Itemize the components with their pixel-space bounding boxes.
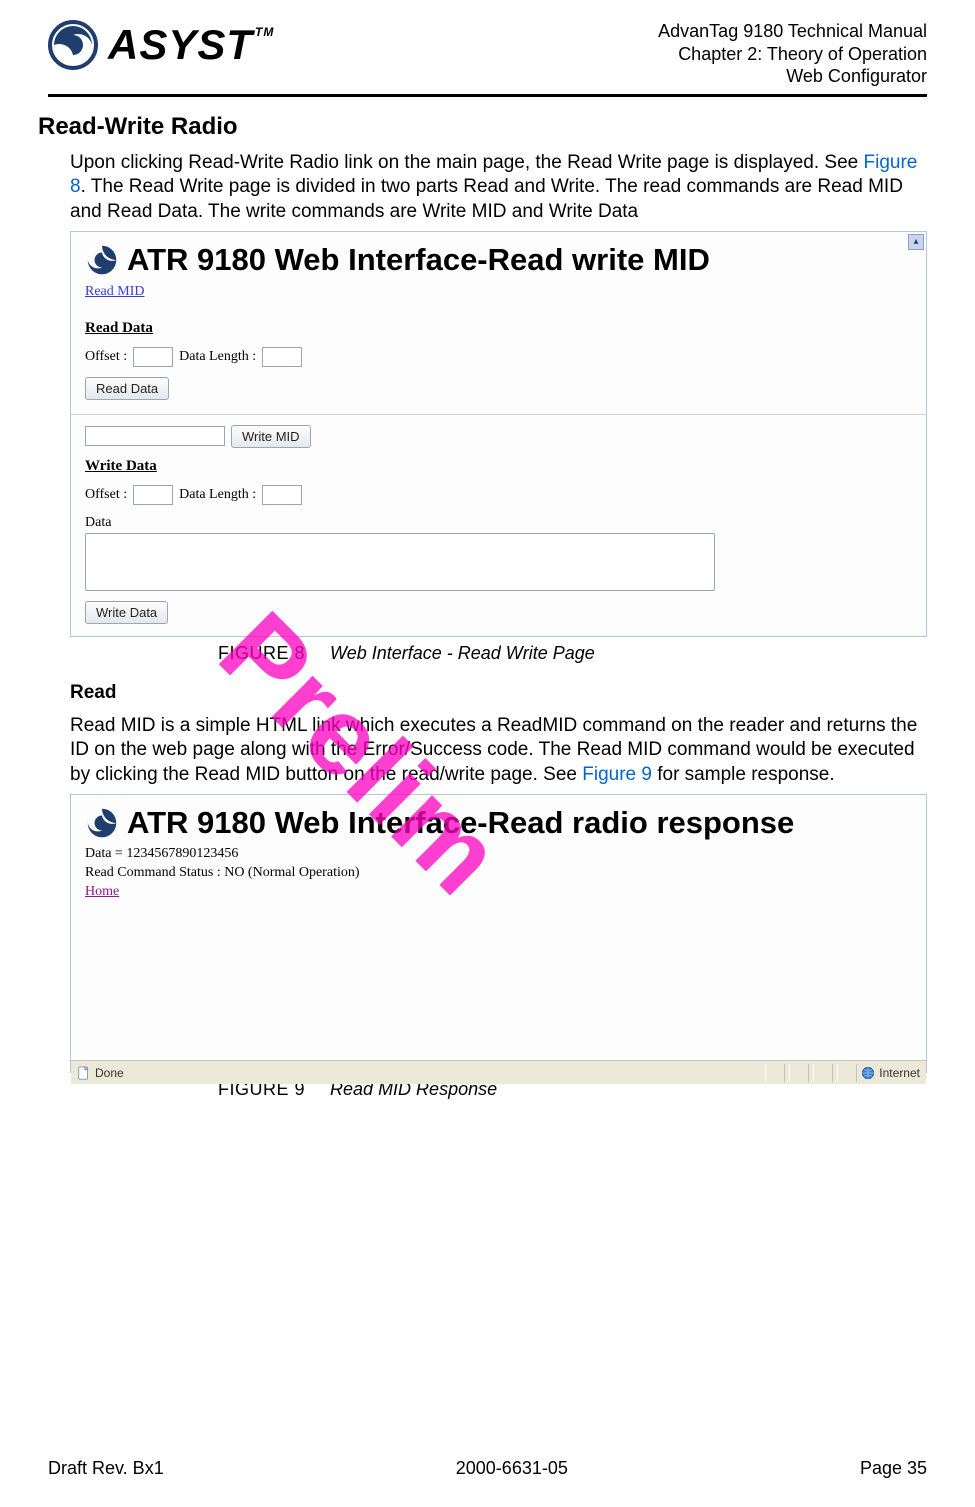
write-mid-input[interactable] bbox=[85, 426, 225, 446]
logo-word: ASYST bbox=[108, 21, 253, 69]
write-data-button[interactable]: Write Data bbox=[85, 601, 168, 624]
read-offset-label: Offset : bbox=[85, 349, 127, 365]
home-link[interactable]: Home bbox=[85, 884, 119, 899]
page-header: ASYST TM AdvanTag 9180 Technical Manual … bbox=[48, 20, 927, 97]
divider bbox=[71, 414, 926, 415]
figure-8-caption: FIGURE 8 Web Interface - Read Write Page bbox=[218, 643, 927, 664]
atr-swirl-icon bbox=[85, 806, 119, 840]
data-textarea[interactable] bbox=[85, 533, 715, 591]
fig8-desc: Web Interface - Read Write Page bbox=[330, 643, 595, 663]
footer-rev: Draft Rev. Bx1 bbox=[48, 1458, 164, 1479]
read-data-length-input[interactable] bbox=[262, 347, 302, 367]
ie-status-bar: Done Internet bbox=[71, 1060, 926, 1084]
footer-docnum: 2000-6631-05 bbox=[456, 1458, 568, 1479]
status-zone-text: Internet bbox=[879, 1066, 920, 1080]
read-data-heading: Read Data bbox=[85, 320, 153, 337]
response-data-line: Data = 1234567890123456 bbox=[85, 845, 912, 864]
doc-section: Web Configurator bbox=[658, 65, 927, 88]
page-icon bbox=[77, 1066, 91, 1080]
logo: ASYST TM bbox=[48, 20, 274, 70]
doc-chapter: Chapter 2: Theory of Operation bbox=[658, 43, 927, 66]
read-paragraph: Read MID is a simple HTML link which exe… bbox=[70, 714, 927, 788]
read-data-button[interactable]: Read Data bbox=[85, 377, 169, 400]
write-data-length-input[interactable] bbox=[262, 485, 302, 505]
read-mid-link[interactable]: Read MID bbox=[85, 284, 145, 299]
read-offset-input[interactable] bbox=[133, 347, 173, 367]
write-offset-label: Offset : bbox=[85, 487, 127, 503]
read-data-length-label: Data Length : bbox=[179, 349, 256, 365]
status-done-text: Done bbox=[95, 1066, 124, 1080]
write-data-heading: Write Data bbox=[85, 458, 157, 475]
scrollbar-up-icon[interactable]: ▴ bbox=[908, 234, 924, 250]
intro-paragraph: Upon clicking Read-Write Radio link on t… bbox=[70, 151, 927, 225]
xref-figure-9[interactable]: Figure 9 bbox=[582, 764, 652, 785]
header-doc-info: AdvanTag 9180 Technical Manual Chapter 2… bbox=[658, 20, 927, 88]
fig9-title: ATR 9180 Web Interface-Read radio respon… bbox=[127, 805, 794, 841]
atr-swirl-icon bbox=[85, 243, 119, 277]
logo-tm: TM bbox=[255, 25, 274, 39]
write-data-length-label: Data Length : bbox=[179, 487, 256, 503]
subsection-title-read: Read bbox=[70, 682, 927, 704]
figure-8-screenshot: ▴ ATR 9180 Web Interface-Read write MID … bbox=[70, 231, 927, 637]
write-mid-button[interactable]: Write MID bbox=[231, 425, 311, 448]
fig8-label: FIGURE 8 bbox=[218, 643, 305, 663]
figure-9-screenshot: ATR 9180 Web Interface-Read radio respon… bbox=[70, 794, 927, 1074]
footer-page: Page 35 bbox=[860, 1458, 927, 1479]
doc-title: AdvanTag 9180 Technical Manual bbox=[658, 20, 927, 43]
asyst-swirl-icon bbox=[48, 20, 98, 70]
internet-zone-icon bbox=[861, 1066, 875, 1080]
response-status-line: Read Command Status : NO (Normal Operati… bbox=[85, 864, 912, 883]
fig8-title: ATR 9180 Web Interface-Read write MID bbox=[127, 242, 710, 278]
write-offset-input[interactable] bbox=[133, 485, 173, 505]
write-offset-row: Offset : Data Length : bbox=[85, 485, 912, 505]
logo-text: ASYST TM bbox=[108, 21, 274, 69]
section-title-read-write-radio: Read-Write Radio bbox=[38, 113, 927, 141]
data-label: Data bbox=[85, 515, 912, 531]
page-footer: Draft Rev. Bx1 2000-6631-05 Page 35 bbox=[48, 1458, 927, 1479]
read-offset-row: Offset : Data Length : bbox=[85, 347, 912, 367]
